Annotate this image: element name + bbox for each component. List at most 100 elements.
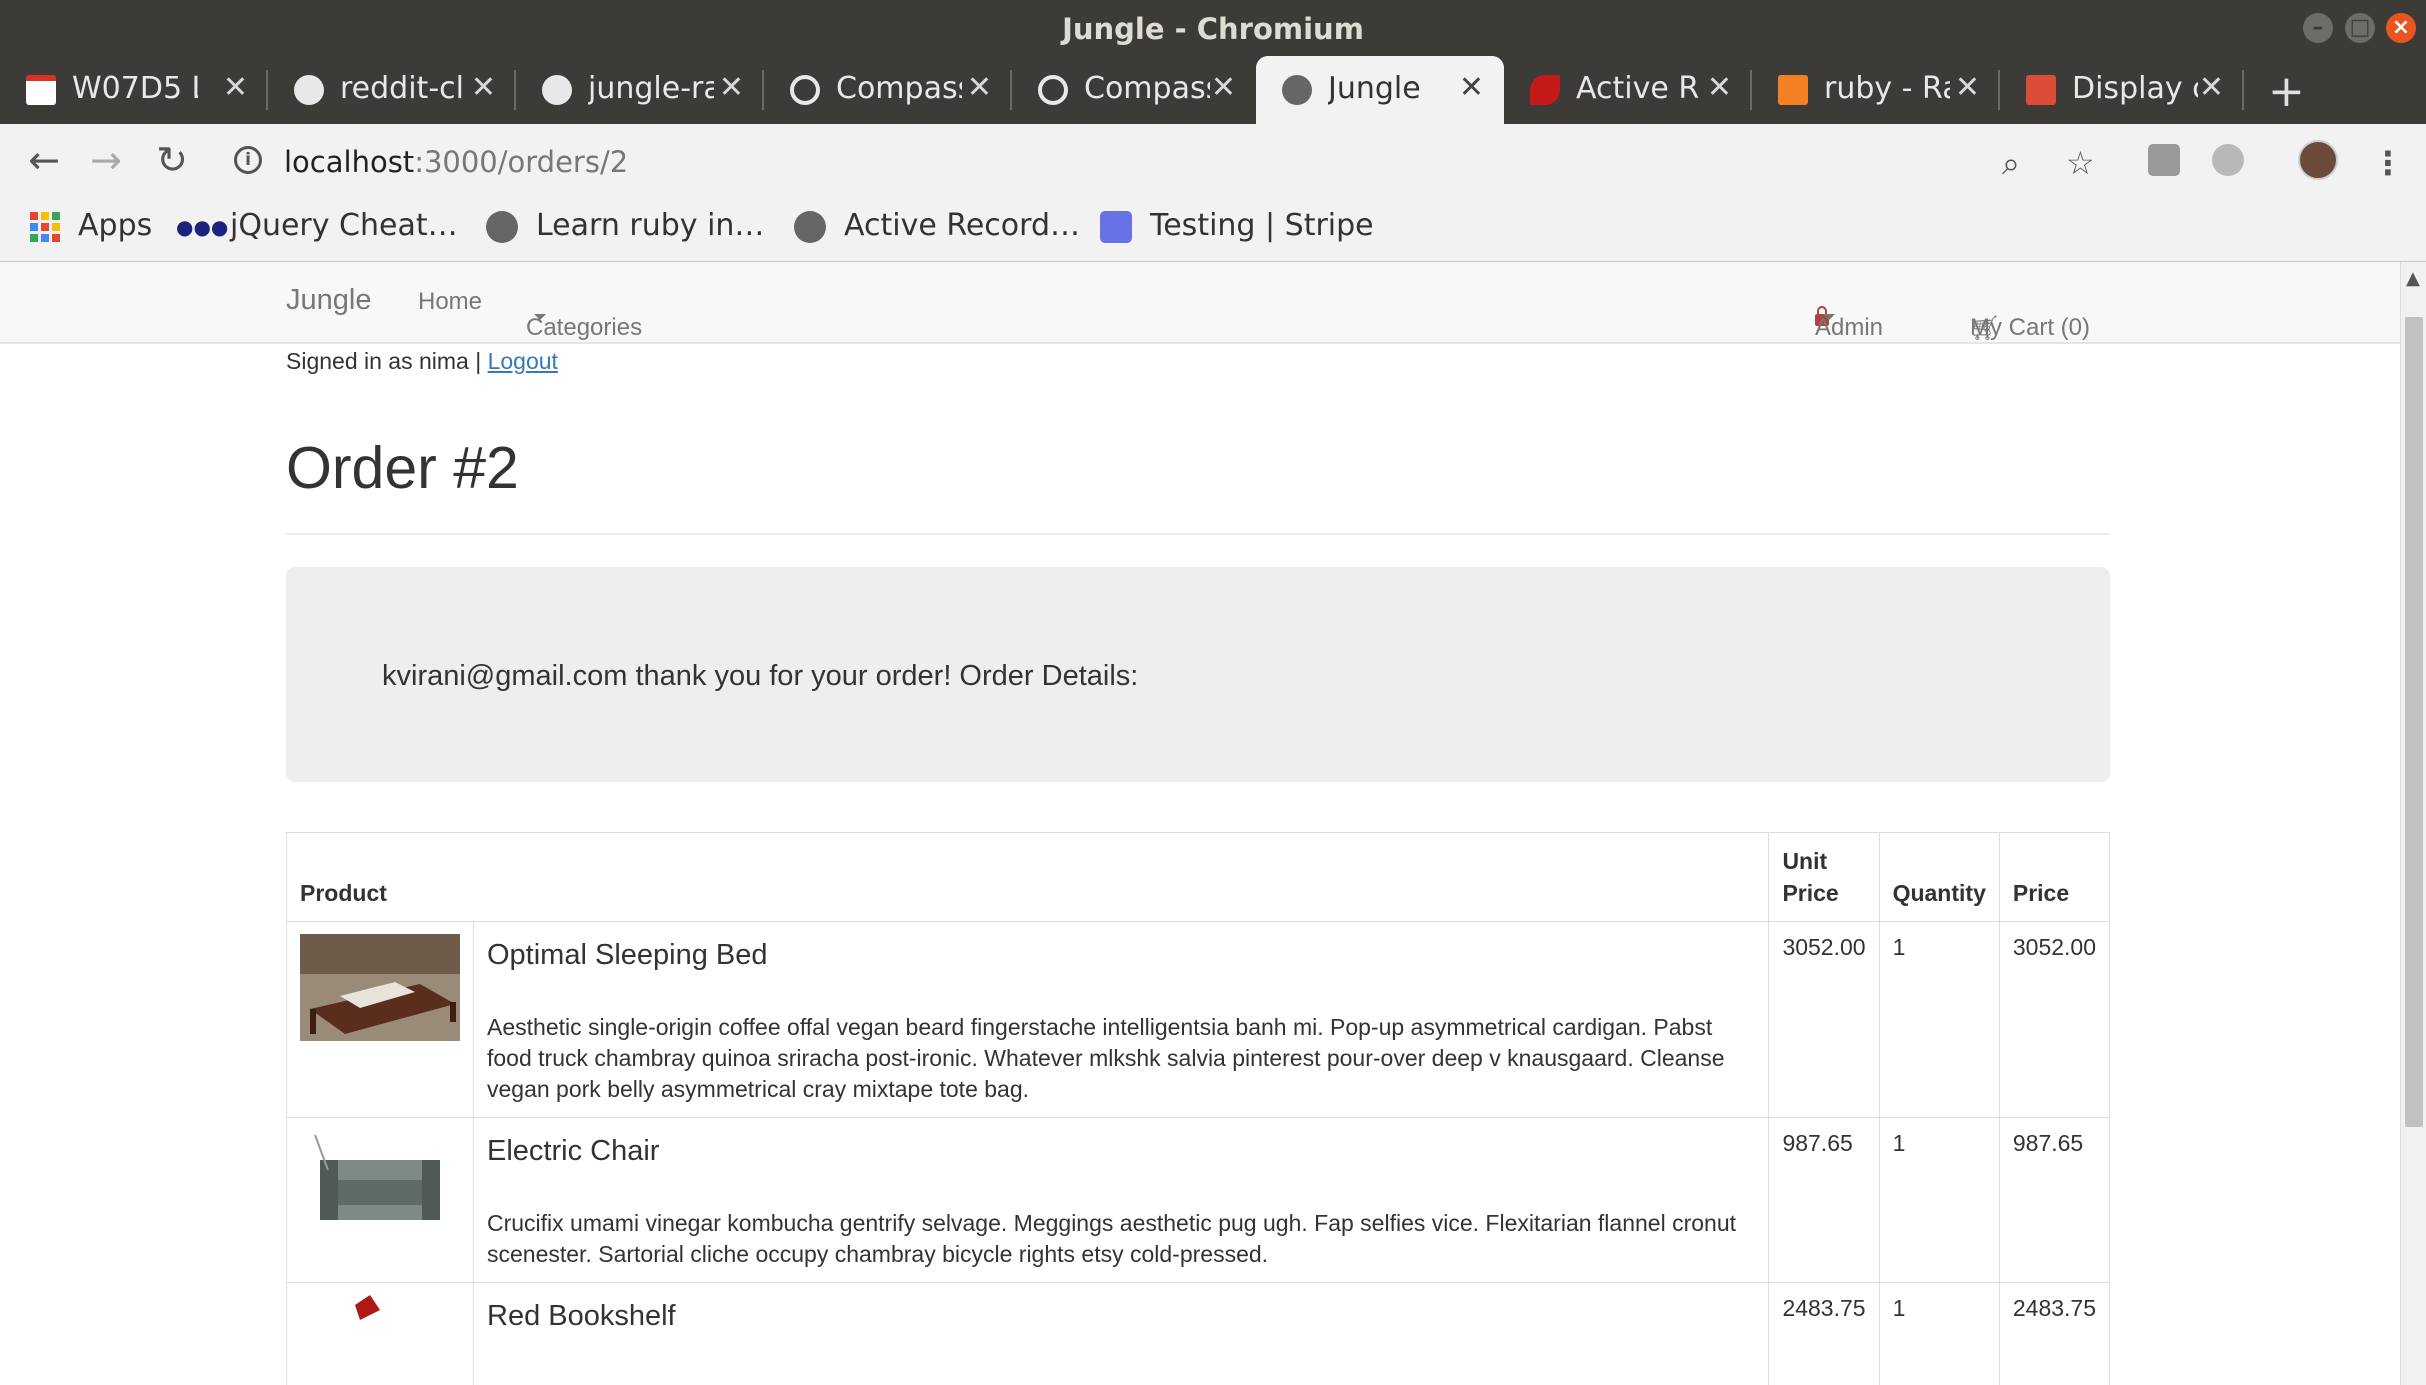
zoom-icon[interactable]: ⌕ <box>2002 144 2020 183</box>
globe-icon <box>794 210 826 243</box>
page-viewport: Jungle Home Categories Admin 🛒︎ My Cart (… <box>0 262 2400 1385</box>
sleeping-bed-image <box>300 934 460 1041</box>
bookmarks-bar: Apps ●●●jQuery Cheat… Learn ruby in… Act… <box>0 196 2426 262</box>
scroll-up-icon[interactable]: ▲ <box>2406 268 2420 289</box>
url-text[interactable]: localhost:3000/orders/2 <box>284 145 628 179</box>
tab-github-jungle[interactable]: jungle-ra ✕ <box>516 56 764 124</box>
order-message: kvirani@gmail.com thank you for your ord… <box>382 660 1139 692</box>
browser-toolbar: ← → ↻ i localhost:3000/orders/2 ⌕ ☆ ⋮ <box>0 124 2426 196</box>
quantity-cell: 1 <box>1878 921 2000 1118</box>
reload-icon[interactable]: ↻ <box>150 138 194 182</box>
price-cell: 3052.00 <box>1998 921 2111 1118</box>
price-cell: 987.65 <box>1998 1117 2111 1283</box>
bookmark-learn-ruby[interactable]: Learn ruby in… <box>486 208 764 243</box>
red-square-icon <box>2026 75 2056 105</box>
bookmark-jquery[interactable]: ●●●jQuery Cheat… <box>176 208 458 243</box>
nav-home-link[interactable]: Home <box>418 288 482 316</box>
brand-link[interactable]: Jungle <box>286 284 371 317</box>
forward-arrow-icon[interactable]: → <box>84 138 128 182</box>
page-scrollbar[interactable]: ▲ <box>2400 262 2426 1385</box>
close-tab-icon[interactable]: ✕ <box>1459 70 1484 105</box>
header-price: Price <box>1998 832 2111 922</box>
product-image-cell <box>286 921 474 1118</box>
title-bar: Jungle - Chromium – □ × <box>0 0 2426 56</box>
tab-label: Active R <box>1576 71 1700 106</box>
product-description: Crucifix umami vinegar kombucha gentrify… <box>487 1210 1737 1267</box>
table-row: Red Bookshelf 2483.75 1 2483.75 <box>286 1282 2111 1385</box>
product-image-cell <box>286 1117 474 1283</box>
divider <box>286 533 2110 535</box>
tab-jungle[interactable]: Jungle ✕ <box>1256 56 1504 124</box>
tab-display[interactable]: Display c ✕ <box>2000 56 2244 124</box>
browser-window: Jungle - Chromium – □ × W07D5 L ✕ reddit… <box>0 0 2426 1385</box>
table-header-row: Product Unit Price Quantity Price <box>285 832 2111 922</box>
red-bookshelf-image <box>300 1295 460 1385</box>
profile-avatar[interactable] <box>2298 140 2338 180</box>
tab-compass-2[interactable]: Compass ✕ <box>1012 56 1256 124</box>
close-tab-icon[interactable]: ✕ <box>1211 70 1236 105</box>
stripe-icon <box>1100 210 1132 243</box>
signed-in-status: Signed in as nima | Logout <box>286 348 558 374</box>
tab-github-reddit[interactable]: reddit-cl ✕ <box>268 56 516 124</box>
github-icon <box>542 75 572 105</box>
page-title: Order #2 <box>286 435 519 501</box>
bookmark-stripe[interactable]: Testing | Stripe <box>1100 208 1374 243</box>
globe-icon <box>1282 75 1312 105</box>
close-tab-icon[interactable]: ✕ <box>223 70 248 105</box>
tab-gmail[interactable]: W07D5 L ✕ <box>0 56 268 124</box>
react-devtools-icon[interactable] <box>2212 144 2244 176</box>
caret-down-icon <box>534 314 546 320</box>
tab-stackoverflow[interactable]: ruby - Ra ✕ <box>1752 56 2000 124</box>
stackoverflow-icon <box>1778 75 1808 105</box>
bookmark-active-record[interactable]: Active Record… <box>794 208 1080 243</box>
unit-price-cell: 987.65 <box>1768 1117 1880 1283</box>
apps-grid-icon <box>30 211 60 242</box>
close-tab-icon[interactable]: ✕ <box>2199 70 2224 105</box>
tab-label: ruby - Ra <box>1824 71 1950 106</box>
close-tab-icon[interactable]: ✕ <box>471 70 496 105</box>
header-product: Product <box>285 832 1770 922</box>
bookmark-apps[interactable]: Apps <box>30 208 152 243</box>
unit-price-cell: 2483.75 <box>1768 1282 1880 1385</box>
tab-label: Compass <box>836 71 962 106</box>
price-cell: 2483.75 <box>1998 1282 2111 1385</box>
new-tab-button[interactable]: + <box>2268 66 2305 117</box>
close-tab-icon[interactable]: ✕ <box>719 70 744 105</box>
header-unit-price: Unit Price <box>1768 832 1880 922</box>
product-name[interactable]: Red Bookshelf <box>487 1299 1755 1333</box>
close-window-button[interactable]: × <box>2386 13 2416 43</box>
product-info-cell: Optimal Sleeping Bed Aesthetic single-or… <box>472 921 1770 1118</box>
caret-down-icon <box>1823 314 1835 320</box>
rails-icon <box>1530 75 1560 105</box>
product-image-cell <box>286 1282 474 1385</box>
back-arrow-icon[interactable]: ← <box>22 138 66 182</box>
bookmark-star-icon[interactable]: ☆ <box>2066 144 2095 182</box>
tab-strip: W07D5 L ✕ reddit-cl ✕ jungle-ra ✕ Compas… <box>0 56 2426 124</box>
close-tab-icon[interactable]: ✕ <box>1707 70 1732 105</box>
table-row: Electric Chair Crucifix umami vinegar ko… <box>286 1117 2111 1283</box>
menu-icon[interactable]: ⋮ <box>2372 144 2404 182</box>
extension-icon[interactable] <box>2148 144 2180 176</box>
product-name[interactable]: Electric Chair <box>487 1134 1755 1168</box>
minimize-button[interactable]: – <box>2303 13 2333 43</box>
close-tab-icon[interactable]: ✕ <box>967 70 992 105</box>
scrollbar-thumb[interactable] <box>2405 317 2423 1127</box>
product-info-cell: Electric Chair Crucifix umami vinegar ko… <box>472 1117 1770 1283</box>
tab-label: Compass <box>1084 71 1210 106</box>
gmail-icon <box>26 75 56 105</box>
product-name[interactable]: Optimal Sleeping Bed <box>487 938 1755 972</box>
compass-icon <box>1038 75 1068 105</box>
logout-link[interactable]: Logout <box>488 348 558 374</box>
tab-label: reddit-cl <box>340 71 464 106</box>
globe-icon <box>486 210 518 243</box>
tab-compass-1[interactable]: Compass ✕ <box>764 56 1012 124</box>
address-bar[interactable]: i localhost:3000/orders/2 <box>220 132 2080 190</box>
product-info-cell: Red Bookshelf <box>472 1282 1770 1385</box>
quantity-cell: 1 <box>1878 1282 2000 1385</box>
maximize-button[interactable]: □ <box>2345 13 2375 43</box>
tab-active-record[interactable]: Active R ✕ <box>1504 56 1752 124</box>
info-icon[interactable]: i <box>234 146 262 174</box>
tab-label: jungle-ra <box>588 71 714 106</box>
header-quantity: Quantity <box>1878 832 2000 922</box>
close-tab-icon[interactable]: ✕ <box>1955 70 1980 105</box>
